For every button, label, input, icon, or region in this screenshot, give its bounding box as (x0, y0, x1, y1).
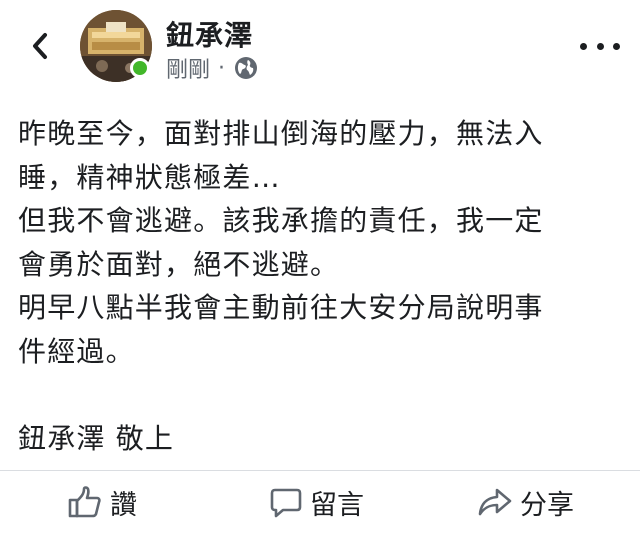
online-status-dot (130, 58, 150, 78)
chevron-left-icon (33, 33, 47, 59)
comment-label: 留言 (310, 489, 364, 521)
like-button[interactable]: 讚 (68, 471, 137, 533)
post-message: 昨晚至今，面對排山倒海的壓力，無法入 睡，精神狀態極差… 但我不會逃避。該我承擔… (18, 112, 622, 468)
globe-icon[interactable] (233, 55, 259, 81)
share-label: 分享 (520, 489, 574, 521)
more-options-button[interactable] (580, 36, 620, 56)
post-header: 鈕承澤 剛剛 · (0, 0, 640, 96)
like-label: 讚 (110, 489, 137, 521)
post-line: 但我不會逃避。該我承擔的責任，我一定 (18, 204, 544, 237)
back-button[interactable] (26, 30, 54, 62)
post-meta: 剛剛 · (166, 52, 259, 84)
post-action-bar: 讚 留言 分享 (0, 470, 640, 533)
author-avatar[interactable] (80, 10, 152, 82)
meta-separator: · (218, 55, 226, 81)
more-horizontal-icon (580, 42, 587, 50)
post-timestamp[interactable]: 剛剛 (166, 52, 210, 84)
share-button[interactable]: 分享 (478, 471, 574, 533)
comment-button[interactable]: 留言 (270, 471, 364, 533)
post-signature: 鈕承澤 敬上 (18, 421, 175, 455)
post-line: 會勇於面對，絕不逃避。 (18, 247, 340, 281)
thumbs-up-icon (68, 486, 101, 518)
author-name[interactable]: 鈕承澤 (166, 14, 253, 54)
post-line: 明早八點半我會主動前往大安分局說明事 (18, 291, 544, 324)
post-line (18, 373, 622, 417)
post-line: 件經過。 (18, 334, 135, 368)
post-line: 睡，精神狀態極差… (18, 160, 281, 194)
post-line: 昨晚至今，面對排山倒海的壓力，無法入 (18, 117, 544, 150)
comment-icon (270, 488, 302, 518)
share-arrow-icon (478, 488, 512, 516)
